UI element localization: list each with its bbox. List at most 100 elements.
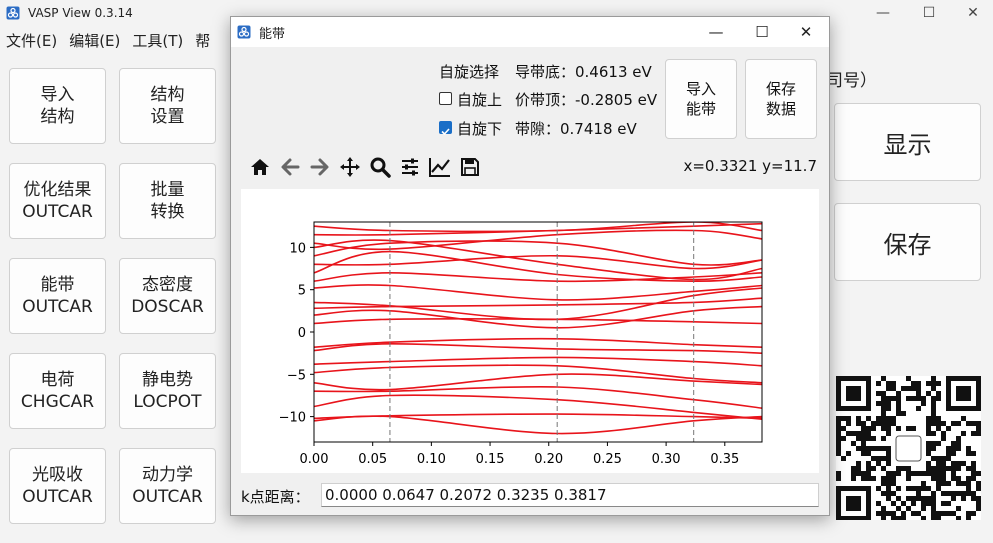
menu-tools[interactable]: 工具(T) (132, 30, 183, 51)
x-tick-label: 0.30 (652, 452, 681, 467)
band-line-8 (314, 337, 762, 348)
tile-line2: DOSCAR (131, 297, 204, 317)
y-tick-label: −10 (279, 411, 306, 426)
y-tick-label: −5 (287, 368, 306, 383)
tile-line2: 设置 (150, 107, 185, 127)
close-button[interactable]: ✕ (950, 0, 993, 26)
dynamics-outcar-button[interactable]: 动力学 OUTCAR (119, 448, 216, 524)
qr-finder-pattern (836, 486, 871, 521)
band-structure-chart: −10 −5 0 5 10 0.00 0.05 0.10 0.15 0.20 0.25 0.30 0.3… (279, 221, 763, 467)
vbm-text: 价带顶：-0.2805 eV (515, 91, 658, 109)
cbm-text: 导带底：0.4613 eV (515, 63, 652, 81)
tile-line1: 批量 (150, 180, 185, 200)
band-line-12 (314, 287, 762, 321)
tile-line1: 结构 (150, 85, 185, 105)
maximize-button[interactable]: ☐ (906, 0, 952, 26)
dialog-close-button[interactable]: ✕ (783, 17, 829, 47)
x-tick-label: 0.10 (417, 452, 446, 467)
spin-select-label: 自旋选择 (439, 63, 500, 81)
y-tick-label: 5 (298, 284, 306, 299)
qr-finder-pattern (946, 376, 981, 411)
qr-code-image (836, 376, 981, 521)
tile-line2: OUTCAR (132, 487, 203, 507)
menu-file[interactable]: 文件(E) (6, 30, 57, 51)
charge-chgcar-button[interactable]: 电荷 CHGCAR (9, 353, 106, 429)
band-line-13 (314, 284, 762, 301)
import-structure-button[interactable]: 导入 结构 (9, 68, 106, 144)
x-tick-label: 0.35 (710, 452, 739, 467)
home-icon[interactable] (245, 153, 275, 181)
button-line2: 能带 (685, 100, 716, 118)
pan-move-icon[interactable] (335, 153, 365, 181)
spin-up-checkbox[interactable] (439, 92, 452, 105)
app-logo-icon (6, 6, 20, 20)
tile-line1: 能带 (40, 275, 75, 295)
dos-doscar-button[interactable]: 态密度 DOSCAR (119, 258, 216, 334)
tile-line2: OUTCAR (22, 487, 93, 507)
band-line-1 (314, 413, 762, 420)
back-arrow-icon[interactable] (275, 153, 305, 181)
dialog-minimize-button[interactable]: — (693, 17, 739, 47)
kpoint-distance-field[interactable]: 0.0000 0.0647 0.2072 0.3235 0.3817 (321, 483, 819, 507)
x-tick-label: 0.00 (300, 452, 329, 467)
qr-finder-pattern (836, 376, 871, 411)
spin-down-label: 自旋下 (457, 120, 503, 138)
tile-line2: OUTCAR (22, 202, 93, 222)
minimize-button[interactable]: — (860, 0, 906, 26)
tile-line2: CHGCAR (20, 392, 95, 412)
band-dialog: 能带 — ☐ ✕ 自旋选择 自旋上 自旋下 导带底：0.4613 eV 价带顶：… (230, 16, 830, 516)
configure-sliders-icon[interactable] (395, 153, 425, 181)
band-plot-area[interactable]: −10 −5 0 5 10 0.00 0.05 0.10 0.15 0.20 0.25 0.30 0.3… (241, 189, 819, 473)
batch-convert-button[interactable]: 批量 转换 (119, 163, 216, 239)
tile-line1: 优化结果 (23, 180, 92, 200)
dialog-maximize-button[interactable]: ☐ (739, 17, 785, 47)
save-button[interactable]: 保存 (834, 203, 981, 281)
band-line-6 (314, 356, 762, 367)
save-floppy-icon[interactable] (455, 153, 485, 181)
button-line1: 导入 (685, 80, 716, 98)
plot-frame (313, 221, 763, 443)
company-hint-text: 司号） (826, 71, 877, 91)
show-button[interactable]: 显示 (834, 103, 981, 181)
band-line-5 (314, 364, 762, 384)
tile-line1: 电荷 (40, 370, 75, 390)
x-tick-label: 0.25 (593, 452, 622, 467)
y-tick-label: 10 (289, 241, 306, 256)
band-outcar-button[interactable]: 能带 OUTCAR (9, 258, 106, 334)
spin-up-label: 自旋上 (457, 91, 503, 109)
dialog-logo-icon (237, 25, 251, 39)
import-band-button[interactable]: 导入 能带 (665, 59, 737, 139)
forward-arrow-icon[interactable] (305, 153, 335, 181)
qr-code (836, 376, 981, 521)
plot-toolbar (245, 153, 485, 181)
tile-line1: 导入 (40, 85, 75, 105)
cursor-coordinate-readout: x=0.3321 y=11.7 (683, 157, 817, 175)
tile-line2: 结构 (40, 107, 75, 127)
x-tick-label: 0.05 (358, 452, 387, 467)
tile-line1: 静电势 (142, 370, 193, 390)
band-line-0 (314, 415, 762, 435)
optical-outcar-button[interactable]: 光吸收 OUTCAR (9, 448, 106, 524)
app-title: VASP View 0.3.14 (28, 6, 133, 20)
save-data-button[interactable]: 保存 数据 (745, 59, 817, 139)
structure-settings-button[interactable]: 结构 设置 (119, 68, 216, 144)
band-line-10 (314, 305, 762, 329)
dialog-title: 能带 (259, 26, 286, 42)
dialog-title-bar: 能带 — ☐ ✕ (231, 17, 829, 47)
menu-help[interactable]: 帮 (195, 30, 210, 51)
x-tick-label: 0.15 (476, 452, 505, 467)
tile-line2: OUTCAR (22, 297, 93, 317)
spin-down-checkbox[interactable] (439, 121, 452, 136)
button-line1: 保存 (765, 80, 796, 98)
edit-axis-chart-icon[interactable] (425, 153, 455, 181)
tile-line2: LOCPOT (133, 392, 202, 412)
band-line-20 (314, 222, 762, 236)
potential-locpot-button[interactable]: 静电势 LOCPOT (119, 353, 216, 429)
qr-center-logo-icon (895, 435, 922, 462)
tile-line2: 转换 (150, 202, 185, 222)
check-icon (441, 128, 450, 136)
zoom-magnifier-icon[interactable] (365, 153, 395, 181)
optimization-result-button[interactable]: 优化结果 OUTCAR (9, 163, 106, 239)
menu-edit[interactable]: 编辑(E) (69, 30, 120, 51)
tile-line1: 动力学 (142, 465, 193, 485)
